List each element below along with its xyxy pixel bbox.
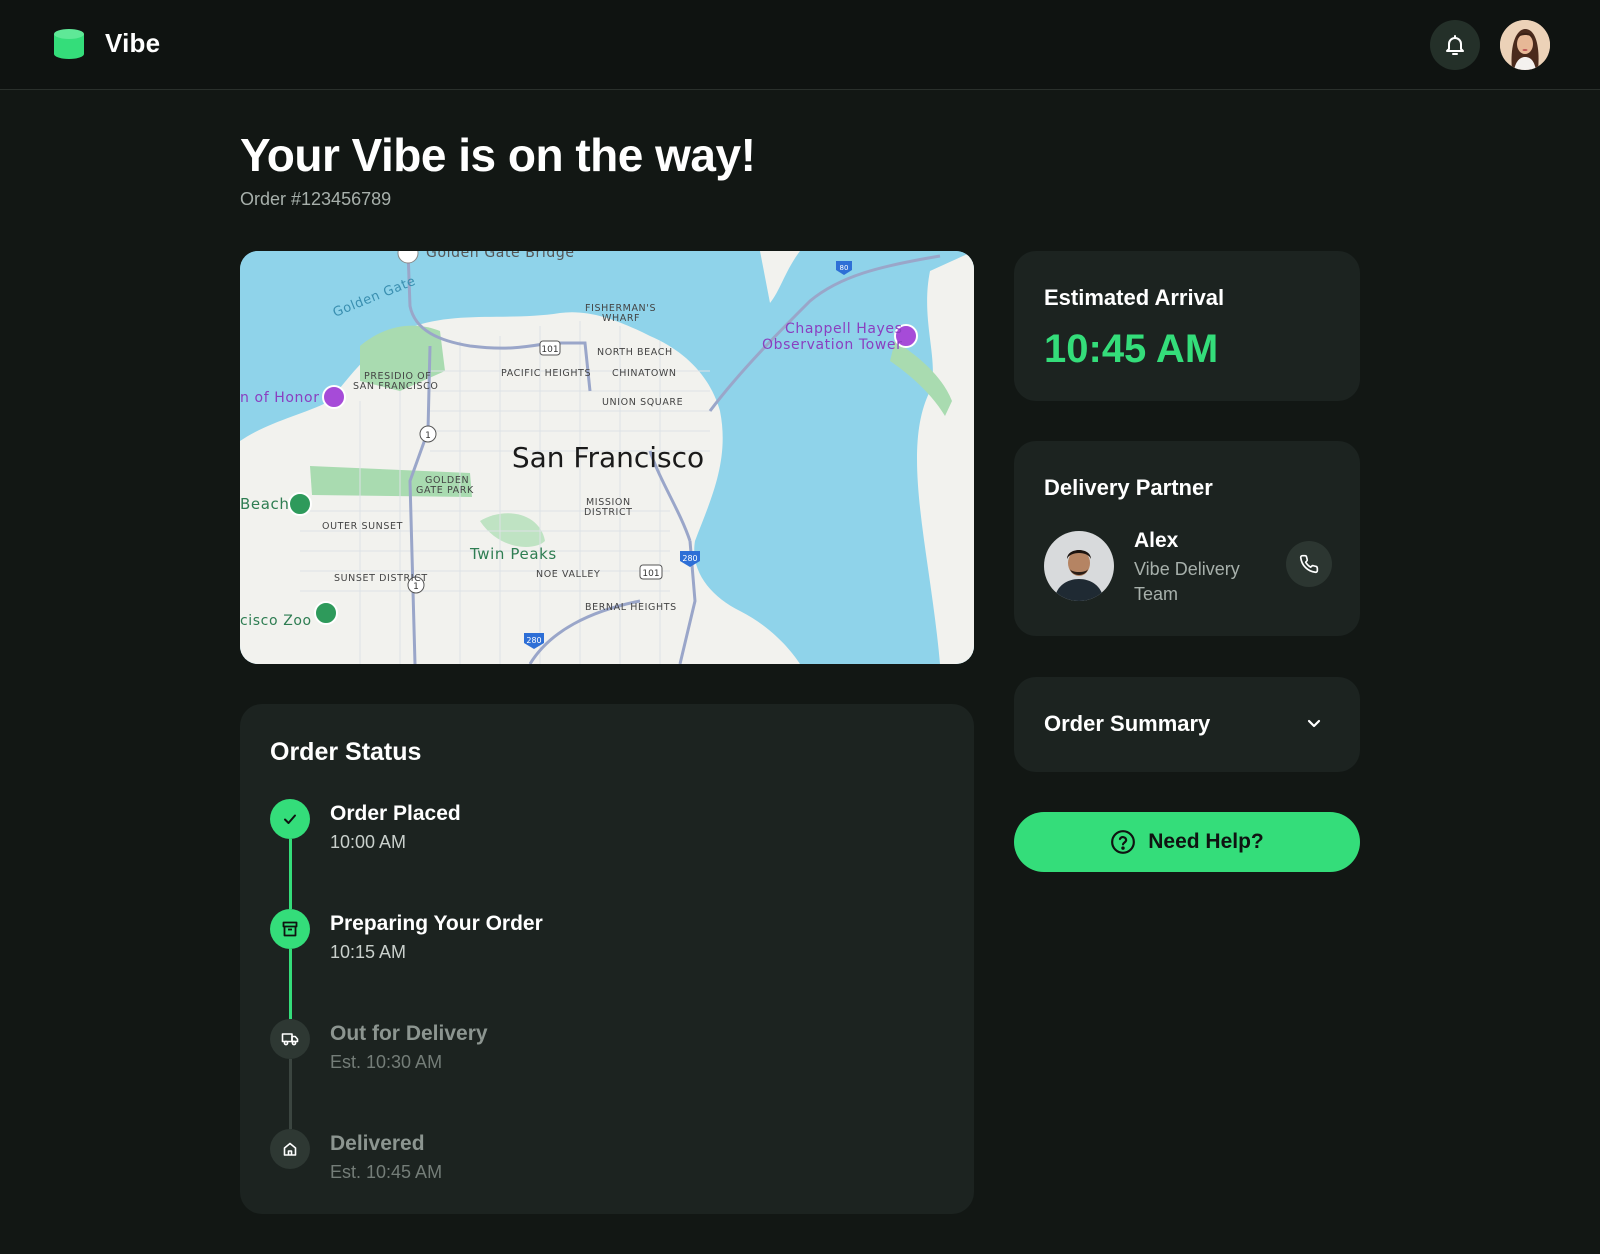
bell-icon: [1446, 35, 1464, 55]
delivery-partner-card: Delivery Partner Alex Vibe Delivery Team: [1014, 441, 1360, 636]
home-icon: [283, 1142, 297, 1156]
partner-team: Vibe Delivery Team: [1134, 559, 1240, 604]
order-summary-accordion[interactable]: Order Summary: [1014, 677, 1360, 772]
label-north-beach: NORTH BEACH: [597, 347, 673, 358]
call-partner-button[interactable]: [1286, 541, 1332, 587]
step-2-title: Preparing Your Order: [330, 912, 543, 935]
vibe-logo-icon[interactable]: [54, 28, 84, 60]
order-summary-label: Order Summary: [1044, 711, 1211, 736]
order-status-card: Order Status Order Placed 10:00 AM Prepa…: [240, 704, 974, 1214]
shield-101-south: 101: [642, 569, 659, 579]
avatar-image: [1500, 20, 1550, 70]
partner-avatar: [1044, 531, 1114, 601]
label-union-square: UNION SQUARE: [602, 397, 683, 408]
step-1-time: 10:00 AM: [330, 832, 407, 852]
eta-label: Estimated Arrival: [1044, 285, 1225, 310]
step-1-marker: [270, 799, 310, 839]
map-canvas[interactable]: 101 1 1 101 280 280 80 Golden Gate Bridg…: [240, 251, 974, 664]
label-pacific-heights: PACIFIC HEIGHTS: [501, 368, 591, 379]
label-noe-valley: NOE VALLEY: [536, 569, 600, 580]
label-golden-gate-park-2: GATE PARK: [416, 485, 474, 496]
brand-name[interactable]: Vibe: [105, 28, 160, 59]
shield-80: 80: [840, 264, 849, 272]
partner-avatar-image: [1044, 531, 1114, 601]
shield-1-north: 1: [425, 431, 431, 441]
user-avatar[interactable]: [1500, 20, 1550, 70]
step-4-time: Est. 10:45 AM: [330, 1162, 443, 1182]
estimated-arrival-card: Estimated Arrival 10:45 AM: [1014, 251, 1360, 401]
partner-name: Alex: [1134, 529, 1179, 552]
label-legion-of-honor: n of Honor: [240, 390, 320, 406]
partner-label: Delivery Partner: [1044, 475, 1213, 500]
step-3-time: Est. 10:30 AM: [330, 1052, 443, 1072]
step-2-connector: [289, 949, 292, 1019]
label-presidio-2: SAN FRANCISCO: [353, 381, 439, 392]
label-golden-gate-bridge: Golden Gate Bridge: [426, 251, 575, 261]
step-4-title: Delivered: [330, 1132, 425, 1155]
notifications-button[interactable]: [1430, 20, 1480, 70]
label-mission-2: DISTRICT: [584, 507, 633, 518]
top-bar: Vibe: [0, 0, 1600, 90]
need-help-button[interactable]: Need Help?: [1014, 812, 1360, 872]
chevron-down-icon[interactable]: [1304, 713, 1324, 733]
eta-time: 10:45 AM: [1044, 327, 1219, 371]
label-bernal-heights: BERNAL HEIGHTS: [585, 602, 677, 613]
step-3-title: Out for Delivery: [330, 1022, 488, 1045]
label-twin-peaks: Twin Peaks: [469, 545, 557, 563]
truck-icon: [281, 1033, 299, 1046]
step-4-marker: [270, 1129, 310, 1169]
label-sunset-district: SUNSET DISTRICT: [334, 573, 428, 584]
label-outer-sunset: OUTER SUNSET: [322, 521, 403, 532]
need-help-label: Need Help?: [1148, 830, 1264, 853]
map-city-label: San Francisco: [512, 441, 704, 474]
label-fishermans-wharf-2: WHARF: [602, 313, 640, 324]
question-circle-icon: [1111, 830, 1136, 854]
order-number: Order #123456789: [240, 189, 392, 209]
step-2-marker: [270, 909, 310, 949]
delivery-map[interactable]: 101 1 1 101 280 280 80 Golden Gate Bridg…: [240, 251, 974, 664]
shield-280-east: 280: [682, 554, 697, 563]
label-zoo: cisco Zoo: [240, 613, 312, 629]
step-2-time: 10:15 AM: [330, 942, 407, 962]
label-chinatown: CHINATOWN: [612, 368, 677, 379]
shield-101-north: 101: [541, 345, 558, 355]
page-title: Your Vibe is on the way!: [240, 129, 756, 181]
box-icon: [282, 921, 298, 937]
check-icon: [284, 814, 296, 824]
step-1-connector: [289, 839, 292, 909]
step-3-connector: [289, 1059, 292, 1129]
order-status-title: Order Status: [270, 738, 422, 766]
label-beach: Beach: [240, 495, 289, 513]
label-chappell-2: Observation Tower: [762, 337, 902, 353]
step-1-title: Order Placed: [330, 802, 461, 825]
phone-icon: [1299, 554, 1319, 574]
shield-280-south: 280: [526, 636, 541, 645]
step-3-marker: [270, 1019, 310, 1059]
label-chappell-1: Chappell Hayes: [785, 321, 903, 337]
